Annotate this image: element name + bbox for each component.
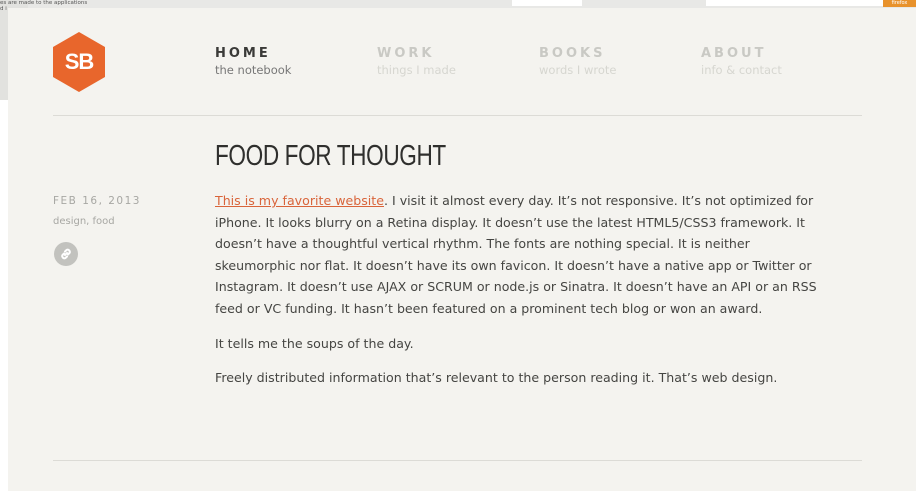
header-divider: [53, 115, 862, 116]
paragraph-text: . I visit it almost every day. It’s not …: [215, 193, 817, 316]
nav-item-about[interactable]: ABOUT info & contact: [701, 46, 782, 78]
post-title: FOOD FOR THOUGHT: [215, 140, 446, 172]
nav-item-work[interactable]: WORK things I made: [377, 46, 456, 78]
post-paragraph: This is my favorite website. I visit it …: [215, 190, 825, 320]
backdrop-left-text: es are made to the applications d i: [0, 0, 87, 12]
backdrop-badge: firefox: [883, 0, 916, 7]
site-logo[interactable]: SB: [52, 32, 106, 92]
nav-subtitle: things I made: [377, 63, 456, 77]
backdrop-block: [512, 0, 582, 6]
nav-title: BOOKS: [539, 46, 606, 61]
backdrop-text-line: es are made to the applications: [0, 0, 88, 6]
nav-subtitle: words I wrote: [539, 63, 617, 77]
post-paragraph: It tells me the soups of the day.: [215, 335, 414, 351]
nav-title: HOME: [215, 46, 271, 61]
backdrop-block: [706, 0, 884, 6]
post-body: This is my favorite website. I visit it …: [215, 190, 825, 402]
nav-subtitle: the notebook: [215, 63, 292, 77]
post-paragraph: Freely distributed information that’s re…: [215, 370, 778, 386]
link-icon: [61, 248, 71, 260]
nav-title: ABOUT: [701, 46, 767, 61]
blog-page: SB HOME the notebook WORK things I made …: [8, 8, 916, 491]
footer-divider: [53, 460, 862, 461]
nav-subtitle: info & contact: [701, 63, 782, 77]
nav-title: WORK: [377, 46, 435, 61]
post-tags[interactable]: design, food: [53, 216, 115, 227]
post-date: FEB 16, 2013: [53, 195, 141, 207]
nav-item-home[interactable]: HOME the notebook: [215, 46, 291, 78]
nav-item-books[interactable]: BOOKS words I wrote: [539, 46, 616, 78]
backdrop-text-line: d i: [0, 6, 7, 12]
favorite-website-link[interactable]: This is my favorite website: [215, 193, 384, 208]
logo-text: SB: [64, 49, 95, 74]
permalink-button[interactable]: [54, 242, 78, 266]
